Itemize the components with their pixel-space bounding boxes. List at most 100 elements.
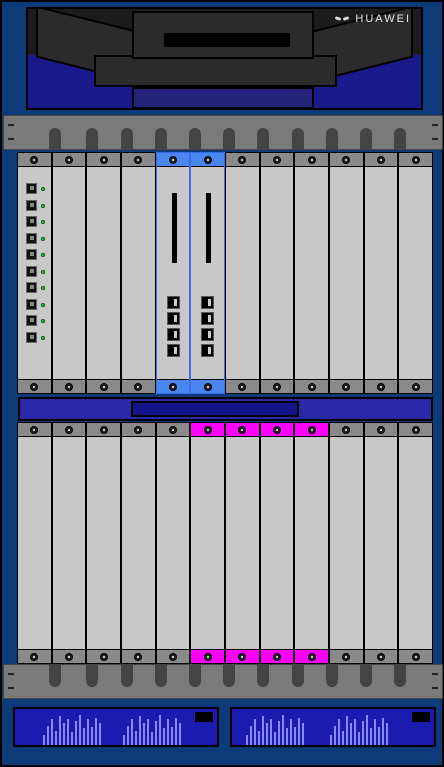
lower-slot-5[interactable]	[155, 422, 191, 664]
lower-slot-12[interactable]	[398, 422, 433, 664]
card-ejector-bot[interactable]	[330, 379, 363, 393]
card-ejector-top[interactable]	[52, 423, 86, 437]
upper-slot-8[interactable]	[259, 152, 295, 394]
card-ejector-bot[interactable]	[87, 379, 120, 393]
vent-slit	[378, 727, 380, 745]
card-ejector-top[interactable]	[18, 423, 51, 437]
card-ejector-top[interactable]	[156, 423, 190, 437]
ethernet-port[interactable]	[166, 296, 180, 309]
card-ejector-top[interactable]	[399, 423, 432, 437]
optical-port[interactable]	[26, 199, 37, 211]
power-supply-2[interactable]	[230, 707, 436, 747]
card-ejector-bot[interactable]	[18, 649, 51, 663]
lower-slot-1[interactable]	[17, 422, 52, 664]
card-ejector-bot[interactable]	[156, 649, 190, 663]
optical-port[interactable]	[26, 232, 37, 244]
ethernet-port[interactable]	[166, 312, 180, 325]
ethernet-port[interactable]	[201, 328, 215, 341]
port-status-led	[41, 220, 45, 224]
upper-slot-6[interactable]	[190, 152, 225, 394]
card-ejector-top[interactable]	[260, 153, 294, 167]
card-ejector-bot[interactable]	[122, 379, 155, 393]
card-ejector-bot[interactable]	[399, 379, 432, 393]
upper-slot-12[interactable]	[398, 152, 433, 394]
card-ejector-bot[interactable]	[18, 379, 51, 393]
card-ejector-bot[interactable]	[364, 379, 398, 393]
upper-slot-3[interactable]	[86, 152, 121, 394]
optical-port[interactable]	[26, 298, 37, 310]
card-ejector-top[interactable]	[226, 423, 259, 437]
optical-port[interactable]	[26, 249, 37, 260]
card-ejector-top[interactable]	[295, 423, 328, 437]
card-ejector-bot[interactable]	[295, 649, 328, 663]
optical-port[interactable]	[26, 265, 37, 277]
vent-slit	[362, 721, 364, 745]
lower-slot-8[interactable]	[259, 422, 295, 664]
card-ejector-bot[interactable]	[330, 649, 363, 663]
card-ejector-top[interactable]	[122, 423, 155, 437]
vent-slit	[147, 719, 149, 745]
upper-slot-2[interactable]	[51, 152, 87, 394]
card-ejector-top[interactable]	[87, 153, 120, 167]
card-ejector-top[interactable]	[18, 153, 51, 167]
upper-slot-10[interactable]	[329, 152, 364, 394]
upper-slot-9[interactable]	[294, 152, 329, 394]
vent-slit	[354, 719, 356, 745]
card-ejector-top[interactable]	[364, 153, 398, 167]
card-ejector-top[interactable]	[122, 153, 155, 167]
card-ejector-top[interactable]	[399, 153, 432, 167]
card-ejector-bot[interactable]	[156, 379, 190, 393]
lower-slot-3[interactable]	[86, 422, 121, 664]
card-ejector-bot[interactable]	[122, 649, 155, 663]
vent-slit	[91, 727, 93, 745]
card-ejector-bot[interactable]	[399, 649, 432, 663]
card-ejector-top[interactable]	[260, 423, 294, 437]
lower-slot-4[interactable]	[121, 422, 156, 664]
ethernet-port[interactable]	[201, 344, 215, 357]
card-ejector-top[interactable]	[191, 423, 224, 437]
card-ejector-top[interactable]	[191, 153, 224, 167]
upper-slot-7[interactable]	[225, 152, 260, 394]
card-ejector-bot[interactable]	[260, 649, 294, 663]
card-ejector-bot[interactable]	[364, 649, 398, 663]
ethernet-port[interactable]	[166, 344, 180, 357]
card-ejector-top[interactable]	[87, 423, 120, 437]
ethernet-port[interactable]	[166, 328, 180, 341]
upper-slot-11[interactable]	[363, 152, 399, 394]
card-ejector-bot[interactable]	[87, 649, 120, 663]
card-ejector-bot[interactable]	[52, 379, 86, 393]
lower-slot-6[interactable]	[190, 422, 225, 664]
card-ejector-bot[interactable]	[295, 379, 328, 393]
ethernet-port[interactable]	[201, 296, 215, 309]
lower-slot-10[interactable]	[329, 422, 364, 664]
optical-port[interactable]	[26, 331, 37, 343]
card-ejector-bot[interactable]	[191, 379, 224, 393]
card-ejector-top[interactable]	[52, 153, 86, 167]
card-ejector-top[interactable]	[364, 423, 398, 437]
lower-slot-2[interactable]	[51, 422, 87, 664]
optical-port[interactable]	[26, 315, 37, 326]
card-ejector-top[interactable]	[295, 153, 328, 167]
power-supply-1[interactable]	[13, 707, 219, 747]
psu-switch[interactable]	[195, 712, 213, 722]
card-ejector-bot[interactable]	[260, 379, 294, 393]
psu-switch[interactable]	[412, 712, 430, 722]
card-ejector-top[interactable]	[226, 153, 259, 167]
lower-slot-9[interactable]	[294, 422, 329, 664]
lower-slot-11[interactable]	[363, 422, 399, 664]
lower-slot-7[interactable]	[225, 422, 260, 664]
card-ejector-top[interactable]	[330, 153, 363, 167]
upper-slot-5[interactable]	[155, 152, 191, 394]
card-ejector-top[interactable]	[330, 423, 363, 437]
optical-port[interactable]	[26, 216, 37, 227]
ethernet-port[interactable]	[201, 312, 215, 325]
upper-slot-1[interactable]	[17, 152, 52, 394]
card-ejector-top[interactable]	[156, 153, 190, 167]
optical-port[interactable]	[26, 282, 37, 293]
upper-slot-4[interactable]	[121, 152, 156, 394]
optical-port[interactable]	[26, 183, 37, 194]
card-ejector-bot[interactable]	[226, 649, 259, 663]
card-ejector-bot[interactable]	[52, 649, 86, 663]
card-ejector-bot[interactable]	[191, 649, 224, 663]
card-ejector-bot[interactable]	[226, 379, 259, 393]
